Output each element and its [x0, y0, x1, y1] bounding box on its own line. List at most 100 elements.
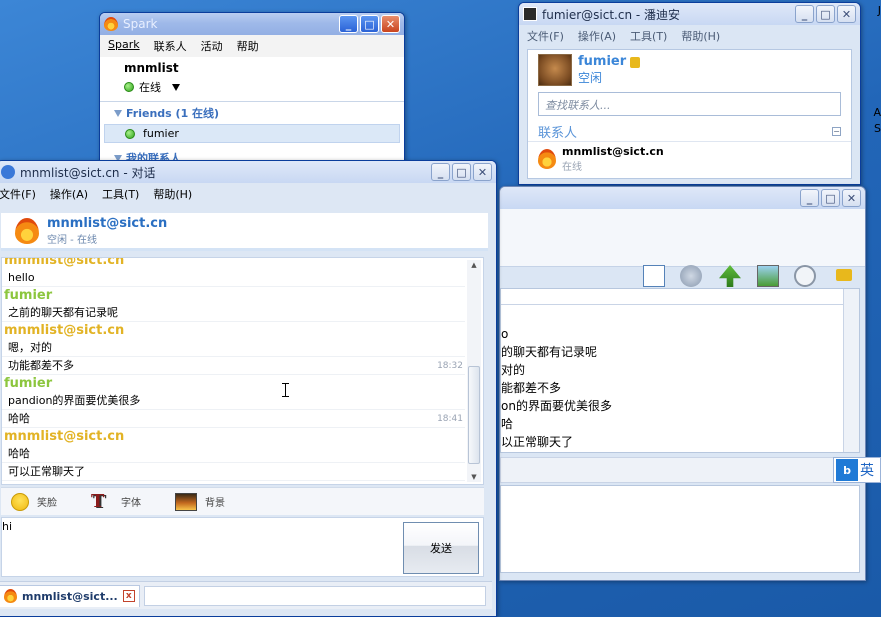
chat-titlebar[interactable]: mnmlist@sict.cn - 对话 _ □ ✕ [0, 161, 496, 183]
menu-help[interactable]: 帮助 [237, 38, 259, 54]
desktop-edge-text: S [874, 122, 881, 135]
menu-file[interactable]: 文件(F) [527, 28, 564, 44]
menu-help[interactable]: 帮助(H) [681, 28, 720, 44]
message-text: 可以正常聊天了 [2, 463, 465, 481]
tab-strip [143, 585, 486, 606]
message-sender: mnmlist@sict.cn [4, 257, 125, 268]
presence-selector[interactable]: 在线 [100, 79, 404, 95]
window-title: fumier@sict.cn - 潘迪安 [542, 7, 681, 22]
message-list: mnmlist@sict.cn hello fumier 之前的聊天都有记录呢 … [2, 257, 483, 481]
spark-roster-window: Spark _ □ ✕ Spark 联系人 活动 帮助 mnmlist 在线 F… [99, 12, 405, 172]
message-timestamp: 18:32 [437, 361, 463, 371]
avatar[interactable] [538, 54, 572, 86]
section-label: 联系人 [538, 126, 578, 141]
contact-row[interactable]: mnmlist@sict.cn 在线 [528, 142, 851, 176]
history-line: 对的 [501, 363, 526, 377]
contact-card-icon[interactable] [643, 265, 665, 287]
profile-header: fumier 空闲 [528, 50, 851, 90]
window-title: Spark [123, 17, 158, 31]
pandion-chat-titlebar[interactable]: _ □ ✕ [500, 187, 865, 209]
scroll-down-icon[interactable]: ▼ [467, 472, 481, 482]
message-sender: mnmlist@sict.cn [4, 429, 125, 444]
smiley-icon [11, 492, 29, 511]
emoticon-label: 笑脸 [37, 498, 57, 509]
maximize-button[interactable]: □ [360, 15, 379, 33]
menu-actions[interactable]: 活动 [201, 38, 223, 54]
font-icon: T [91, 490, 105, 512]
send-file-icon[interactable] [719, 265, 741, 287]
transcript-scrollbar[interactable]: ▲ ▼ [467, 260, 481, 482]
menubar: Spark 联系人 活动 帮助 [100, 35, 404, 57]
history-scrollbar[interactable] [843, 289, 859, 452]
message-sender: fumier [4, 376, 53, 391]
menu-contacts[interactable]: 联系人 [154, 38, 187, 54]
lock-icon[interactable] [836, 269, 852, 281]
message-input[interactable] [500, 485, 860, 573]
contact-search-input[interactable]: 查找联系人... [538, 92, 841, 116]
message-text: 嗯，对的 [2, 339, 465, 357]
chat-contact-name: mnmlist@sict.cn [47, 215, 168, 231]
chat-header: mnmlist@sict.cn 空闲 - 在线 [1, 213, 488, 251]
history-line: 的聊天都有记录呢 [501, 345, 598, 359]
maximize-button[interactable]: □ [816, 5, 835, 23]
menubar: 文件(F) 操作(A) 工具(T) 帮助(H) [0, 183, 496, 205]
compose-text: hi [2, 520, 13, 533]
message-text: 哈哈 18:41 [2, 410, 465, 428]
menu-actions[interactable]: 操作(A) [578, 28, 616, 44]
message-sender: fumier [4, 288, 53, 303]
scrollbar-thumb[interactable] [468, 366, 480, 464]
maximize-button[interactable]: □ [821, 189, 840, 207]
close-tab-icon[interactable]: x [122, 590, 135, 602]
image-icon[interactable] [757, 265, 779, 287]
send-label: 发送 [430, 542, 452, 555]
group-header-friends[interactable]: Friends (1 在线) [100, 102, 404, 124]
contact-status: 在线 [562, 162, 582, 173]
close-button[interactable]: ✕ [837, 5, 856, 23]
scroll-up-icon[interactable]: ▲ [467, 260, 481, 270]
history-lines: o 的聊天都有记录呢 对的 能都差不多 on的界面要优美很多 哈 以正常聊天了 [501, 305, 859, 451]
contact-row-fumier[interactable]: fumier [104, 124, 400, 143]
menu-file[interactable]: 文件(F) [0, 186, 36, 202]
menu-tools[interactable]: 工具(T) [102, 186, 139, 202]
maximize-button[interactable]: □ [452, 163, 471, 181]
menu-spark[interactable]: Spark [108, 38, 140, 54]
close-button[interactable]: ✕ [381, 15, 400, 33]
emoticon-button[interactable]: 笑脸 [11, 492, 57, 511]
menu-tools[interactable]: 工具(T) [630, 28, 667, 44]
send-button[interactable]: 发送 [403, 522, 479, 574]
message-text: 之前的聊天都有记录呢 [2, 304, 465, 322]
profile-status[interactable]: 空闲 [578, 69, 640, 86]
clock-icon[interactable] [794, 265, 816, 287]
spark-logo-icon [104, 17, 118, 31]
close-button[interactable]: ✕ [473, 163, 492, 181]
history-line: 以正常聊天了 [501, 435, 574, 449]
ime-indicator[interactable]: b 英 [833, 457, 881, 483]
close-button[interactable]: ✕ [842, 189, 861, 207]
pandion-titlebar[interactable]: fumier@sict.cn - 潘迪安 _ □ ✕ [519, 3, 860, 25]
font-label: 字体 [121, 498, 141, 509]
minimize-button[interactable]: _ [795, 5, 814, 23]
group-friends: Friends (1 在线) fumier 我的联系人 [100, 101, 404, 169]
roster-panel: fumier 空闲 查找联系人... 联系人 − mnmlist@sict.cn… [527, 49, 852, 179]
minimize-button[interactable]: _ [339, 15, 358, 33]
minimize-button[interactable]: _ [800, 189, 819, 207]
menu-actions[interactable]: 操作(A) [50, 186, 88, 202]
spark-client-icon [15, 217, 39, 244]
message-compose-input[interactable]: hi 发送 [1, 517, 484, 577]
spark-titlebar[interactable]: Spark _ □ ✕ [100, 13, 404, 35]
section-header[interactable]: 联系人 − [528, 118, 851, 142]
username: mnmlist [124, 61, 179, 75]
chevron-down-icon [172, 83, 180, 91]
chat-contact-status: 空闲 - 在线 [47, 234, 97, 246]
chat-transcript: mnmlist@sict.cn hello fumier 之前的聊天都有记录呢 … [1, 257, 484, 485]
history-line: on的界面要优美很多 [501, 399, 612, 413]
font-button[interactable]: T 字体 [91, 490, 141, 512]
history-line: o [501, 327, 509, 341]
collapse-icon[interactable]: − [832, 127, 841, 136]
conversation-icon[interactable] [680, 265, 702, 287]
minimize-button[interactable]: _ [431, 163, 450, 181]
background-button[interactable]: 背景 [175, 492, 225, 511]
menu-help[interactable]: 帮助(H) [153, 186, 192, 202]
tab-label: mnmlist@sict... [22, 589, 118, 603]
chat-tab[interactable]: mnmlist@sict... x [0, 584, 140, 607]
